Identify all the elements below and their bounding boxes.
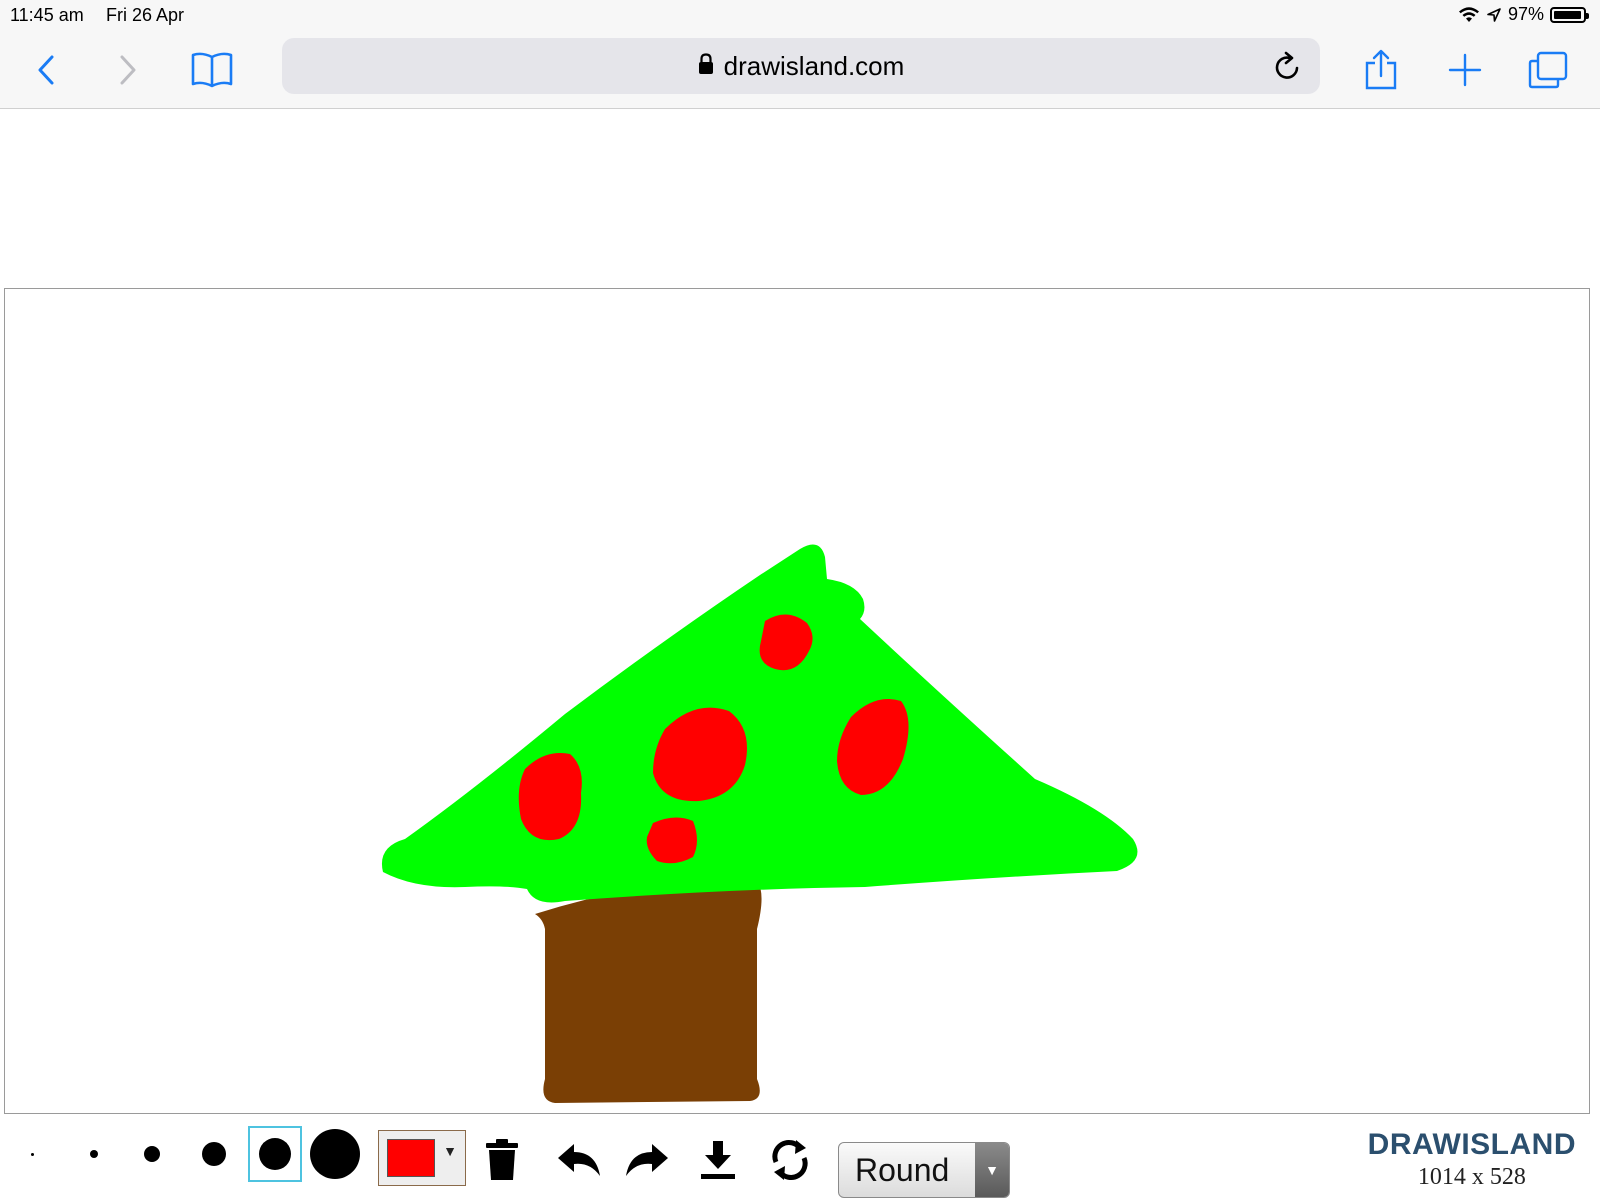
color-picker[interactable]: ▼ [378, 1130, 466, 1186]
battery-percent: 97% [1507, 4, 1544, 24]
back-button[interactable] [26, 32, 66, 108]
lock-icon [698, 51, 714, 82]
brush-size-tiny[interactable] [14, 1126, 50, 1182]
line-cap-value: Round [855, 1152, 950, 1188]
battery-icon [1550, 6, 1589, 23]
wifi-icon [1458, 6, 1479, 22]
reload-icon [1275, 51, 1299, 79]
bookmarks-button[interactable] [186, 32, 238, 108]
redo-icon [626, 1144, 668, 1176]
canvas-size-label: 1014 x 528 [1417, 1164, 1526, 1190]
selected-color-swatch [387, 1139, 435, 1177]
forward-icon [120, 55, 136, 85]
clear-button[interactable] [480, 1132, 524, 1188]
chevron-down-icon: ▼ [975, 1143, 1009, 1197]
forward-button[interactable] [108, 32, 148, 108]
tabs-icon [1528, 51, 1568, 89]
tree-trunk [535, 879, 762, 1103]
canvas-drawing [381, 544, 1138, 1103]
battery-level [1554, 10, 1582, 19]
back-icon [38, 55, 54, 85]
drawing-canvas[interactable] [4, 288, 1590, 1114]
brush-size-small[interactable] [74, 1126, 114, 1182]
redo-button[interactable] [622, 1132, 674, 1188]
new-tab-icon [1448, 53, 1482, 87]
status-date: Fri 26 Apr [106, 5, 185, 25]
refresh-icon [772, 1140, 808, 1180]
reload-button[interactable] [1272, 50, 1302, 89]
trash-icon [486, 1139, 518, 1180]
line-cap-select[interactable]: Round ▼ [838, 1142, 1010, 1198]
status-indicators: 97% [1458, 4, 1589, 25]
new-tab-button[interactable] [1444, 32, 1486, 108]
brand: DRAWISLAND 1014 x 528 [1368, 1128, 1576, 1191]
download-icon [701, 1141, 735, 1179]
refresh-button[interactable] [766, 1132, 814, 1188]
address-bar[interactable]: drawisland.com [282, 38, 1320, 94]
location-arrow-icon [1487, 7, 1501, 22]
brush-size-xx-large[interactable] [308, 1126, 362, 1182]
status-time: 11:45 am [10, 5, 84, 25]
tree-canopy [381, 544, 1138, 903]
tabs-button[interactable] [1526, 32, 1570, 108]
bookmarks-icon [191, 52, 233, 88]
drawing-toolbar: ▼ Round ▼ DRAWISLAND 1014 x 528 [0, 1120, 1600, 1200]
undo-icon [558, 1144, 600, 1176]
status-bar: 11:45 am Fri 26 Apr 97% [0, 0, 1600, 32]
share-icon [1365, 49, 1397, 90]
fruit-5 [646, 817, 697, 864]
share-button[interactable] [1360, 32, 1402, 108]
brush-size-medium[interactable] [132, 1126, 172, 1182]
browser-toolbar: drawisland.com [0, 32, 1600, 109]
brush-size-large[interactable] [192, 1126, 236, 1182]
dropdown-arrow-icon: ▼ [443, 1143, 457, 1159]
brand-logo: DRAWISLAND [1367, 1128, 1576, 1161]
brush-size-x-large[interactable] [248, 1126, 302, 1182]
undo-button[interactable] [552, 1132, 604, 1188]
download-button[interactable] [696, 1132, 740, 1188]
fruit-4 [518, 753, 582, 841]
url-text: drawisland.com [723, 50, 905, 81]
